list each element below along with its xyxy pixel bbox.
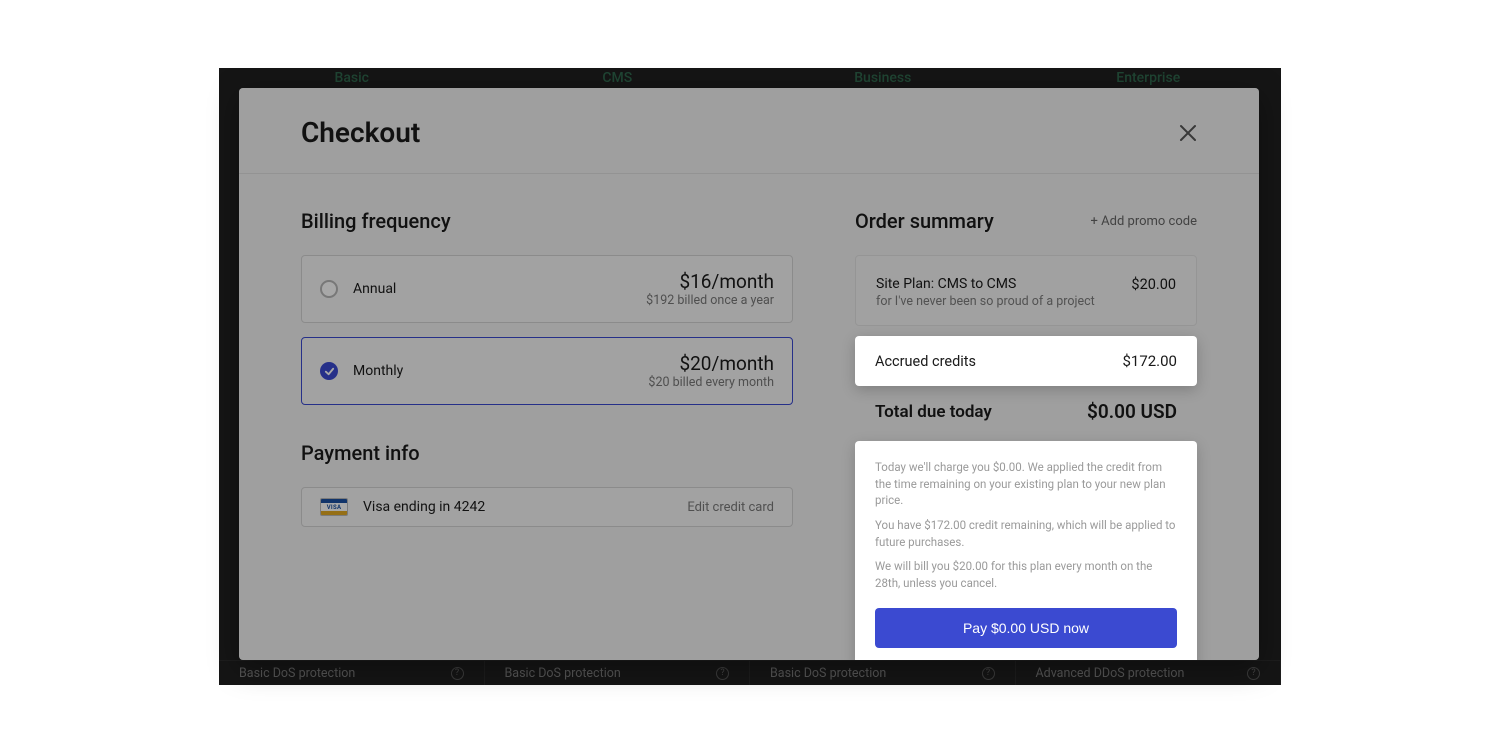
accrued-credits-card: Accrued credits $172.00 [855, 336, 1197, 386]
help-icon[interactable]: ? [716, 667, 729, 680]
modal-title: Checkout [301, 116, 420, 149]
total-amount: $0.00 USD [1087, 400, 1177, 423]
help-icon[interactable]: ? [1247, 667, 1260, 680]
pay-now-button[interactable]: Pay $0.00 USD now [875, 608, 1177, 648]
radio-unchecked-icon [320, 280, 338, 298]
feature-label: Basic DoS protection [770, 666, 886, 681]
pay-note: Today we'll charge you $0.00. We applied… [875, 459, 1177, 509]
feature-label: Advanced DDoS protection [1036, 666, 1185, 681]
billing-option-annual[interactable]: Annual $16/month $192 billed once a year [301, 255, 793, 323]
radio-checked-icon [320, 362, 338, 380]
credits-amount: $172.00 [1122, 352, 1177, 370]
credits-label: Accrued credits [875, 353, 976, 370]
feature-cell: Basic DoS protection ? [485, 660, 751, 685]
line-item-amount: $20.00 [1131, 276, 1176, 293]
billing-option-name: Annual [353, 281, 396, 297]
summary-line-item: Site Plan: CMS to CMS for I've never bee… [855, 255, 1197, 326]
line-item-sub: for I've never been so proud of a projec… [876, 294, 1095, 309]
card-label: Visa ending in 4242 [363, 499, 485, 515]
bottom-feature-strip: Basic DoS protection ? Basic DoS protect… [219, 660, 1281, 685]
pay-note: You have $172.00 credit remaining, which… [875, 517, 1177, 550]
total-label: Total due today [875, 402, 992, 422]
checkout-modal: Checkout Billing frequency Annual $16/mo… [239, 88, 1259, 660]
line-item-name: Site Plan: CMS to CMS [876, 276, 1095, 292]
billing-frequency-title: Billing frequency [301, 209, 793, 233]
billing-option-left: Monthly [320, 362, 403, 380]
payment-left: VISA Visa ending in 4242 [320, 498, 485, 516]
billing-price: $20/month [648, 352, 774, 375]
payment-info-title: Payment info [301, 441, 793, 465]
plan-tab-cms[interactable]: CMS [485, 68, 751, 90]
total-row: Total due today $0.00 USD [855, 400, 1197, 423]
billing-price: $16/month [646, 270, 774, 293]
visa-icon: VISA [320, 498, 348, 516]
pay-card: Today we'll charge you $0.00. We applied… [855, 441, 1197, 660]
feature-label: Basic DoS protection [505, 666, 621, 681]
feature-cell: Advanced DDoS protection ? [1016, 660, 1282, 685]
billing-option-right: $20/month $20 billed every month [648, 352, 774, 390]
modal-header: Checkout [239, 88, 1259, 174]
plan-tab-business[interactable]: Business [750, 68, 1016, 90]
close-icon [1179, 124, 1197, 142]
billing-option-monthly[interactable]: Monthly $20/month $20 billed every month [301, 337, 793, 405]
plan-tab-basic[interactable]: Basic [219, 68, 485, 90]
help-icon[interactable]: ? [451, 667, 464, 680]
billing-sub: $192 billed once a year [646, 293, 774, 308]
billing-option-name: Monthly [353, 363, 403, 379]
billing-option-right: $16/month $192 billed once a year [646, 270, 774, 308]
billing-option-left: Annual [320, 280, 396, 298]
billing-sub: $20 billed every month [648, 375, 774, 390]
feature-cell: Basic DoS protection ? [219, 660, 485, 685]
right-column: Order summary + Add promo code Site Plan… [855, 209, 1197, 660]
close-button[interactable] [1179, 124, 1197, 142]
left-column: Billing frequency Annual $16/month $192 … [301, 209, 793, 660]
pay-note: We will bill you $20.00 for this plan ev… [875, 558, 1177, 591]
plan-tab-enterprise[interactable]: Enterprise [1016, 68, 1282, 90]
help-icon[interactable]: ? [982, 667, 995, 680]
edit-credit-card-button[interactable]: Edit credit card [687, 500, 774, 515]
payment-card: VISA Visa ending in 4242 Edit credit car… [301, 487, 793, 527]
add-promo-code-button[interactable]: + Add promo code [1091, 214, 1197, 229]
plan-tabs: Basic CMS Business Enterprise [219, 68, 1281, 90]
summary-title-row: Order summary + Add promo code [855, 209, 1197, 233]
order-summary-title: Order summary [855, 209, 994, 233]
modal-body: Billing frequency Annual $16/month $192 … [239, 174, 1259, 660]
feature-cell: Basic DoS protection ? [750, 660, 1016, 685]
feature-label: Basic DoS protection [239, 666, 355, 681]
